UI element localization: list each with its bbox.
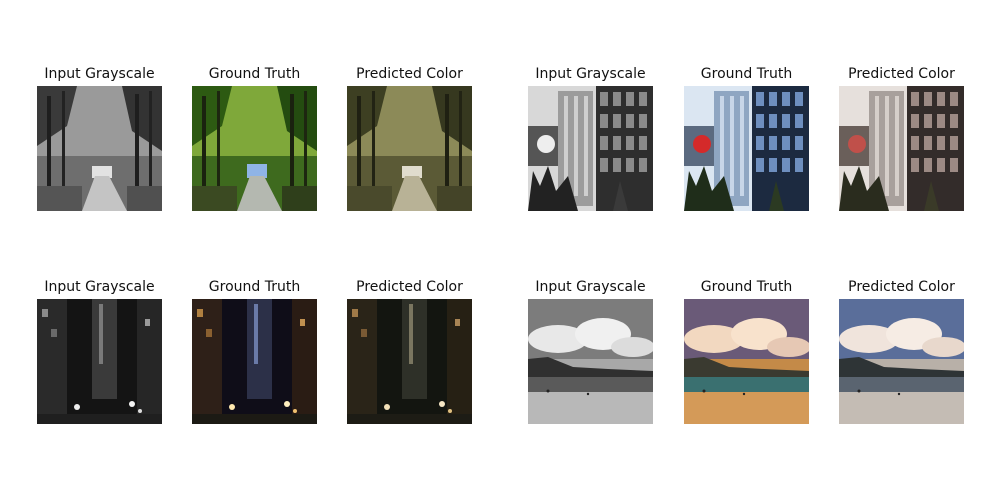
forest-ground-truth-image: [192, 86, 317, 211]
panel-night-predicted: Predicted Color: [347, 279, 472, 424]
panel-night-grayscale: Input Grayscale: [37, 279, 162, 424]
forest-grayscale-image: [37, 86, 162, 211]
city-ground-truth-image: [684, 86, 809, 211]
city-grayscale-image: [528, 86, 653, 211]
night-ground-truth-image: [192, 299, 317, 424]
night-predicted-image: [347, 299, 472, 424]
panel-title: Predicted Color: [848, 66, 955, 82]
beach-grayscale-image: [528, 299, 653, 424]
city-predicted-image: [839, 86, 964, 211]
panel-night-ground-truth: Ground Truth: [192, 279, 317, 424]
night-grayscale-image: [37, 299, 162, 424]
panel-beach-grayscale: Input Grayscale: [528, 279, 653, 424]
forest-predicted-image: [347, 86, 472, 211]
panel-beach-ground-truth: Ground Truth: [684, 279, 809, 424]
panel-city-grayscale: Input Grayscale: [528, 66, 653, 211]
panel-title: Predicted Color: [356, 279, 463, 295]
panel-forest-ground-truth: Ground Truth: [192, 66, 317, 211]
beach-ground-truth-image: [684, 299, 809, 424]
panel-title: Predicted Color: [848, 279, 955, 295]
panel-title: Predicted Color: [356, 66, 463, 82]
panel-beach-predicted: Predicted Color: [839, 279, 964, 424]
panel-forest-predicted: Predicted Color: [347, 66, 472, 211]
panel-city-predicted: Predicted Color: [839, 66, 964, 211]
panel-forest-grayscale: Input Grayscale: [37, 66, 162, 211]
panel-city-ground-truth: Ground Truth: [684, 66, 809, 211]
beach-predicted-image: [839, 299, 964, 424]
